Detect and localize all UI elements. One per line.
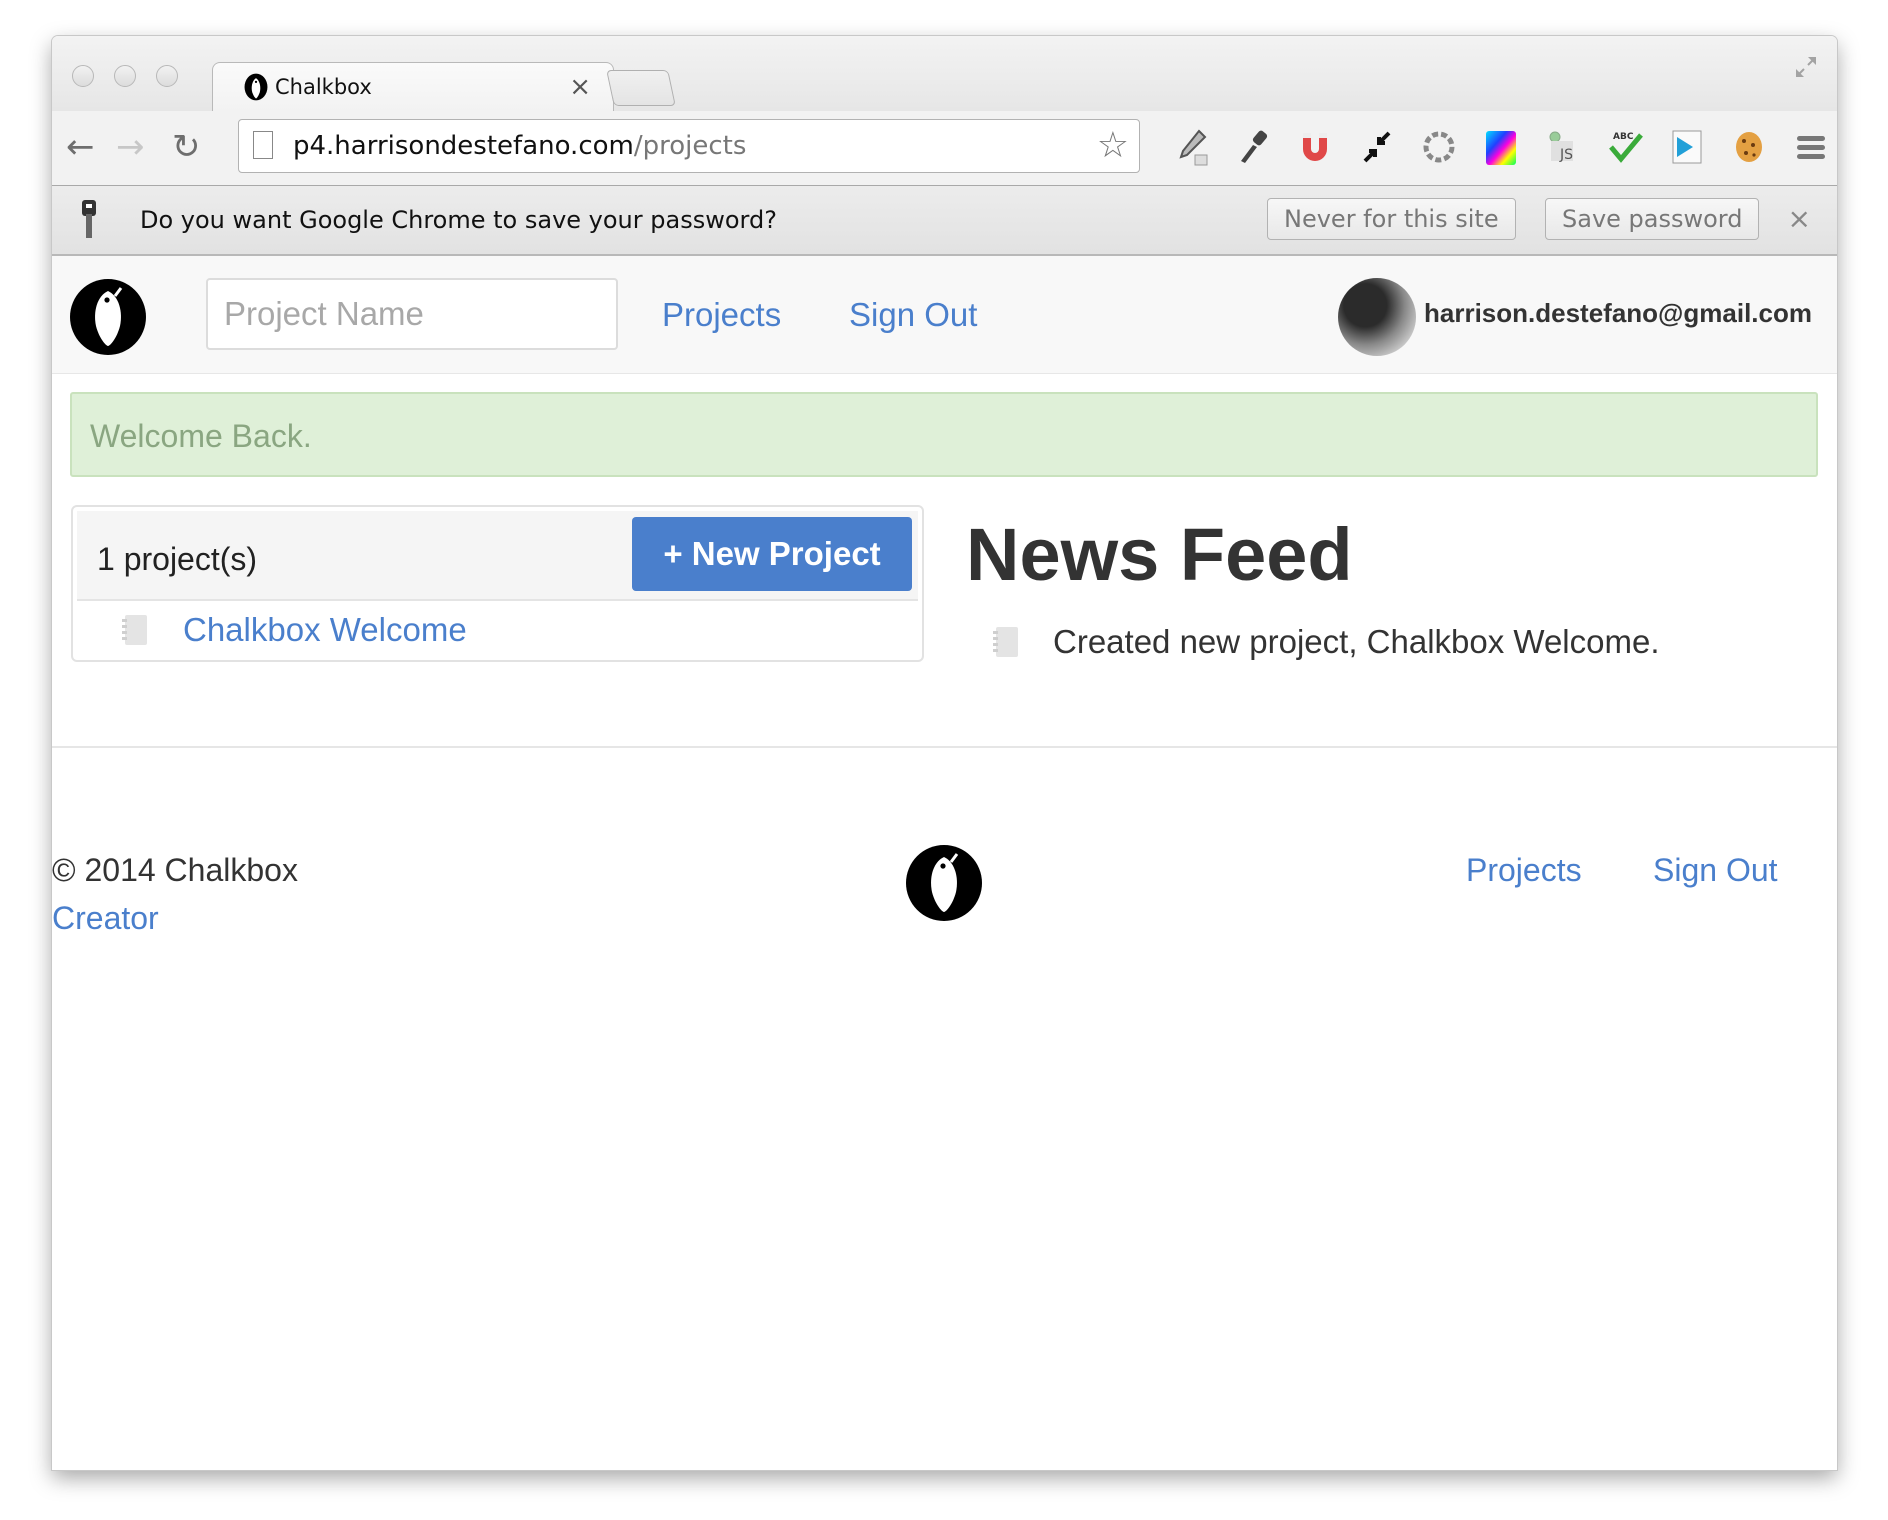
site-header: Projects Sign Out harrison.destefano@gma… [52,256,1837,374]
footer-chalkbox-logo[interactable] [905,844,983,922]
bookmark-star-icon[interactable]: ☆ [1097,124,1129,166]
spellcheck-icon[interactable]: ABC [1594,121,1656,173]
back-icon[interactable]: ← [66,127,95,167]
project-link[interactable]: Chalkbox Welcome [183,611,467,649]
save-password-button[interactable]: Save password [1545,198,1760,240]
news-feed-title: News Feed [966,513,1353,596]
tab-chalkbox[interactable]: Chalkbox × [212,62,614,113]
nav-projects-link[interactable]: Projects [662,296,781,334]
reload-icon[interactable]: ↻ [172,127,201,167]
svg-text:ABC: ABC [1613,132,1634,142]
cookie-icon[interactable] [1718,121,1780,173]
never-for-this-site-button[interactable]: Never for this site [1267,198,1516,240]
address-bar[interactable]: p4.harrisondestefano.com/projects ☆ [238,119,1140,173]
minimize-window-button[interactable] [114,65,136,87]
extension-icons: JS ABC [1160,121,1837,173]
user-avatar[interactable] [1338,278,1416,356]
infobar-close-icon[interactable]: × [1788,202,1811,235]
browser-window: Chalkbox × ← → ↻ p4.harrisondestefano.co… [52,36,1837,1470]
footer-copyright: © 2014 Chalkbox [52,852,298,888]
tab-title: Chalkbox [275,75,372,99]
welcome-alert: Welcome Back. [70,392,1818,477]
aperture-icon[interactable] [1408,121,1470,173]
page-icon [253,131,273,159]
new-tab-button[interactable] [606,70,676,106]
project-count: 1 project(s) [97,541,258,577]
user-email[interactable]: harrison.destefano@gmail.com [1424,298,1812,329]
infobar-message: Do you want Google Chrome to save your p… [140,206,777,234]
notebook-icon [993,627,1018,657]
svg-text:JS: JS [1559,147,1573,163]
project-name-input[interactable] [206,278,618,350]
color-gradient-icon[interactable] [1470,121,1532,173]
tab-close-icon[interactable]: × [569,72,591,102]
projects-panel: 1 project(s) + New Project Chalkbox Welc… [71,505,924,662]
tab-strip: Chalkbox × [52,36,1837,113]
footer-sign-out-link[interactable]: Sign Out [1653,852,1778,889]
chalkbox-logo[interactable] [69,278,147,356]
save-password-infobar: Do you want Google Chrome to save your p… [52,186,1837,256]
project-list-item[interactable]: Chalkbox Welcome [77,603,918,657]
collapse-arrows-icon[interactable] [1346,121,1408,173]
fullscreen-icon[interactable] [1793,54,1819,80]
play-document-icon[interactable] [1656,121,1718,173]
new-project-button[interactable]: + New Project [632,517,912,591]
key-icon[interactable] [1222,121,1284,173]
eyedropper-icon[interactable] [1160,121,1222,173]
js-icon[interactable]: JS [1532,121,1594,173]
url-text[interactable]: p4.harrisondestefano.com/projects [293,131,746,161]
close-window-button[interactable] [72,65,94,87]
magnet-icon[interactable] [1284,121,1346,173]
footer-creator-link[interactable]: Creator [52,900,159,937]
browser-toolbar: ← → ↻ p4.harrisondestefano.com/projects … [52,111,1837,186]
footer-divider [52,746,1837,748]
footer-projects-link[interactable]: Projects [1466,852,1582,889]
nav-sign-out-link[interactable]: Sign Out [849,296,977,334]
chalkbox-favicon-icon [244,73,268,101]
projects-panel-header: 1 project(s) + New Project [77,511,918,601]
zoom-window-button[interactable] [156,65,178,87]
feed-item-text: Created new project, Chalkbox Welcome. [1053,623,1660,660]
menu-icon[interactable] [1780,121,1837,173]
password-key-icon [82,200,96,238]
forward-icon[interactable]: → [116,127,145,167]
alert-message: Welcome Back. [90,418,312,454]
notebook-icon [122,615,147,645]
